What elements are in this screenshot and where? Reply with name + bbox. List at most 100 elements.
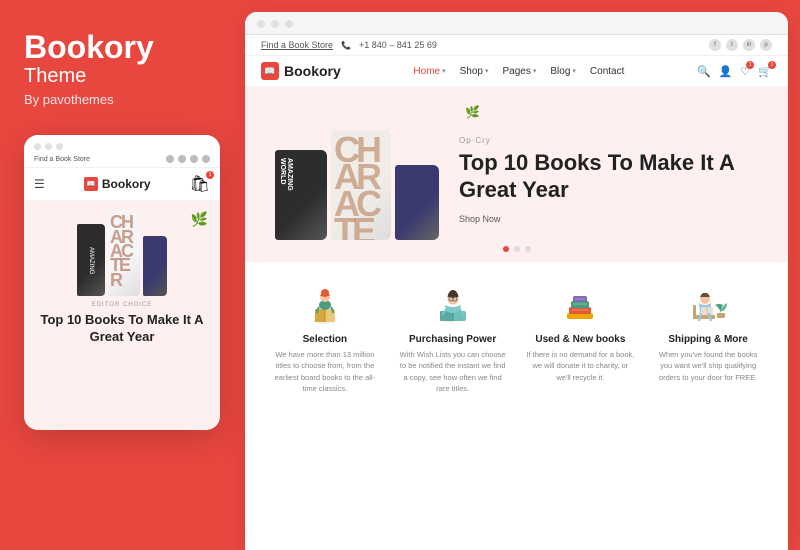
world-text: AMAZINGWORLD	[279, 158, 293, 191]
site-menu: Home ▾ Shop ▾ Pages ▾ Blog ▾ Contact	[413, 66, 624, 77]
mobile-hero: AMAZING CHARACTER 🌿 EDITOR CHOICE Top 10…	[24, 201, 220, 430]
left-panel: Bookory Theme By pavothemes Find a Book …	[0, 0, 245, 550]
mobile-find-store: Find a Book Store	[34, 156, 90, 163]
hero-section: AMAZINGWORLD CHARACTER 🌿 Op·Cry Top 10 B…	[245, 87, 788, 262]
mobile-social-icons	[166, 155, 210, 163]
cart-badge: 1	[768, 61, 776, 69]
selection-icon	[299, 280, 351, 328]
find-store-link[interactable]: Find a Book Store	[261, 40, 333, 50]
instagram-icon[interactable]: in	[743, 39, 755, 51]
mobile-twitter-icon	[178, 155, 186, 163]
used-new-icon	[554, 280, 606, 328]
mobile-hero-label: EDITOR CHOICE	[92, 302, 153, 308]
site-logo: 📖 Bookory	[261, 62, 341, 80]
twitter-icon[interactable]: t	[726, 39, 738, 51]
wishlist-icon[interactable]: ♡ 1	[740, 65, 750, 78]
social-icons: f t in p	[709, 39, 772, 51]
purchasing-icon	[427, 280, 479, 328]
used-new-title: Used & New books	[535, 334, 625, 345]
site-logo-text: Bookory	[284, 63, 341, 79]
cart-icon[interactable]: 🛒 1	[758, 65, 772, 78]
feature-shipping: Shipping & More When you've found the bo…	[653, 280, 763, 538]
mobile-logo: 📖 Bookory	[84, 177, 151, 191]
home-chevron-icon: ▾	[442, 67, 446, 75]
wishlist-badge: 1	[746, 61, 754, 69]
shop-chevron-icon: ▾	[485, 67, 489, 75]
selection-desc: We have more than 13 million titles to c…	[270, 349, 380, 394]
mobile-logo-icon: 📖	[84, 177, 98, 191]
phone-number: +1 840 – 841 25 69	[359, 40, 437, 50]
hero-dot-2[interactable]	[514, 246, 520, 252]
used-new-desc: If there is no demand for a book, we wil…	[525, 349, 635, 383]
mobile-nav: ☰ 📖 Bookory 🛍	[24, 168, 220, 201]
char-text: CHARACTER	[110, 215, 132, 287]
menu-item-blog[interactable]: Blog ▾	[550, 66, 576, 77]
menu-item-shop[interactable]: Shop ▾	[460, 66, 489, 77]
shipping-icon	[682, 280, 734, 328]
purchasing-desc: With Wish Lists you can choose to be not…	[398, 349, 508, 394]
mobile-book-3	[143, 236, 167, 296]
feature-selection: Selection We have more than 13 million t…	[270, 280, 380, 538]
mobile-book-2: CHARACTER	[108, 211, 140, 296]
hero-dot-3[interactable]	[525, 246, 531, 252]
menu-item-contact[interactable]: Contact	[590, 66, 624, 77]
shipping-desc: When you've found the books you want we'…	[653, 349, 763, 383]
mobile-mockup: Find a Book Store ☰ 📖 Bookory 🛍 AMAZING	[24, 135, 220, 430]
hero-text: Op·Cry Top 10 Books To Make It A Great Y…	[439, 136, 758, 224]
search-icon[interactable]: 🔍	[697, 65, 711, 78]
menu-shop-label: Shop	[460, 66, 483, 77]
hero-title: Top 10 Books To Make It A Great Year	[459, 149, 758, 204]
mobile-dot-3	[56, 143, 63, 150]
brand-title: Bookory Theme By pavothemes	[24, 30, 154, 131]
site-actions: 🔍 👤 ♡ 1 🛒 1	[697, 65, 772, 78]
user-icon[interactable]: 👤	[719, 65, 733, 78]
leaf-hero-icon: 🌿	[465, 105, 480, 119]
mobile-dot-1	[34, 143, 41, 150]
hero-books: AMAZINGWORLD CHARACTER	[275, 130, 439, 240]
menu-blog-label: Blog	[550, 66, 570, 77]
mobile-dot-2	[45, 143, 52, 150]
char-big-text: CHARACTER	[334, 136, 378, 240]
shop-now-button[interactable]: Shop Now	[459, 214, 758, 224]
site-topbar-left: Find a Book Store 📞 +1 840 – 841 25 69	[261, 40, 437, 50]
mobile-facebook-icon	[166, 155, 174, 163]
menu-item-home[interactable]: Home ▾	[413, 66, 445, 77]
menu-contact-label: Contact	[590, 66, 624, 77]
hamburger-icon[interactable]: ☰	[34, 177, 45, 191]
site-nav: 📖 Bookory Home ▾ Shop ▾ Pages ▾ Blog ▾ C…	[245, 56, 788, 87]
hero-carousel-dots	[503, 246, 531, 252]
mobile-cart-icon[interactable]: 🛍	[190, 174, 210, 194]
leaf-decor-icon: 🌿	[191, 211, 208, 228]
pinterest-icon[interactable]: p	[760, 39, 772, 51]
menu-pages-label: Pages	[503, 66, 531, 77]
menu-item-pages[interactable]: Pages ▾	[503, 66, 537, 77]
menu-home-label: Home	[413, 66, 440, 77]
shipping-title: Shipping & More	[668, 334, 747, 345]
pages-chevron-icon: ▾	[533, 67, 537, 75]
feature-used-new: Used & New books If there is no demand f…	[525, 280, 635, 538]
mobile-instagram-icon	[190, 155, 198, 163]
blog-chevron-icon: ▾	[572, 67, 576, 75]
chrome-dot-2	[271, 20, 279, 28]
hero-book-1: AMAZINGWORLD	[275, 150, 327, 240]
hero-tag: Op·Cry	[459, 136, 758, 145]
browser-chrome	[245, 12, 788, 35]
feature-purchasing: Purchasing Power With Wish Lists you can…	[398, 280, 508, 538]
desktop-mockup: Find a Book Store 📞 +1 840 – 841 25 69 f…	[245, 12, 788, 550]
chrome-dot-1	[257, 20, 265, 28]
mobile-hero-title: Top 10 Books To Make It A Great Year	[34, 312, 210, 346]
hero-book-2: CHARACTER	[331, 130, 391, 240]
purchasing-title: Purchasing Power	[409, 334, 496, 345]
selection-title: Selection	[303, 334, 347, 345]
logo-book-icon: 📖	[261, 62, 279, 80]
features-section: Selection We have more than 13 million t…	[245, 262, 788, 550]
phone-icon: 📞	[341, 41, 351, 50]
chrome-dot-3	[285, 20, 293, 28]
facebook-icon[interactable]: f	[709, 39, 721, 51]
hero-book-3	[395, 165, 439, 240]
mobile-topbar: Find a Book Store	[24, 135, 220, 168]
mobile-pinterest-icon	[202, 155, 210, 163]
site-topbar: Find a Book Store 📞 +1 840 – 841 25 69 f…	[245, 35, 788, 56]
mobile-book-1: AMAZING	[77, 224, 105, 296]
hero-dot-1[interactable]	[503, 246, 509, 252]
